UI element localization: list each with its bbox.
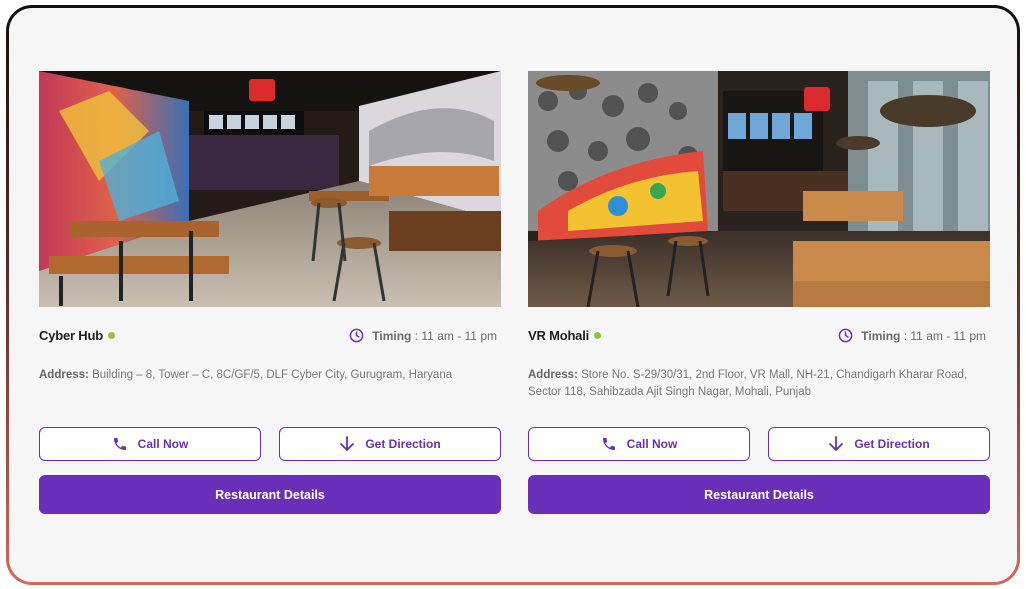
address-label: Address: (528, 369, 578, 381)
store-photo (528, 71, 990, 307)
store-card: VR Mohali Timing : 11 am - 11 pm Address… (528, 71, 990, 514)
store-list: Cyber Hub Timing : 11 am - 11 pm Address… (9, 8, 1017, 582)
open-status-dot (594, 332, 602, 340)
get-direction-label: Get Direction (854, 437, 930, 451)
timing-label: Timing (372, 328, 412, 343)
store-header: VR Mohali Timing : 11 am - 11 pm (528, 325, 990, 347)
store-name: VR Mohali (528, 328, 602, 343)
address-label: Address: (39, 369, 89, 381)
action-buttons: Call Now Get Direction (528, 427, 990, 461)
store-name-text: VR Mohali (528, 328, 590, 343)
restaurant-details-label: Restaurant Details (704, 487, 814, 502)
store-header: Cyber Hub Timing : 11 am - 11 pm (39, 325, 501, 347)
store-name: Cyber Hub (39, 328, 115, 343)
call-now-label: Call Now (626, 437, 678, 451)
store-timing: Timing : 11 am - 11 pm (349, 328, 497, 343)
clock-icon (838, 328, 853, 343)
store-address: Address: Store No. S-29/30/31, 2nd Floor… (528, 367, 990, 417)
phone-icon (601, 436, 617, 452)
store-timing: Timing : 11 am - 11 pm (838, 328, 986, 343)
arrow-down-icon (339, 436, 355, 452)
store-address: Address: Building – 8, Tower – C, 8C/GF/… (39, 367, 501, 417)
arrow-down-icon (828, 436, 844, 452)
action-buttons: Call Now Get Direction (39, 427, 501, 461)
get-direction-button[interactable]: Get Direction (279, 427, 501, 461)
phone-icon (112, 436, 128, 452)
address-text: Store No. S-29/30/31, 2nd Floor, VR Mall… (528, 369, 968, 398)
timing-value: : 11 am - 11 pm (414, 328, 497, 343)
restaurant-details-button[interactable]: Restaurant Details (39, 475, 501, 514)
store-photo (39, 71, 501, 307)
call-now-button[interactable]: Call Now (39, 427, 261, 461)
timing-label: Timing (861, 328, 901, 343)
page-frame: Cyber Hub Timing : 11 am - 11 pm Address… (6, 5, 1020, 585)
call-now-button[interactable]: Call Now (528, 427, 750, 461)
restaurant-details-button[interactable]: Restaurant Details (528, 475, 990, 514)
timing-value: : 11 am - 11 pm (903, 328, 986, 343)
address-text: Building – 8, Tower – C, 8C/GF/5, DLF Cy… (92, 369, 453, 381)
get-direction-label: Get Direction (365, 437, 441, 451)
open-status-dot (107, 332, 115, 340)
store-name-text: Cyber Hub (39, 328, 103, 343)
call-now-label: Call Now (137, 437, 189, 451)
store-card: Cyber Hub Timing : 11 am - 11 pm Address… (39, 71, 501, 514)
restaurant-details-label: Restaurant Details (215, 487, 325, 502)
clock-icon (349, 328, 364, 343)
get-direction-button[interactable]: Get Direction (768, 427, 990, 461)
